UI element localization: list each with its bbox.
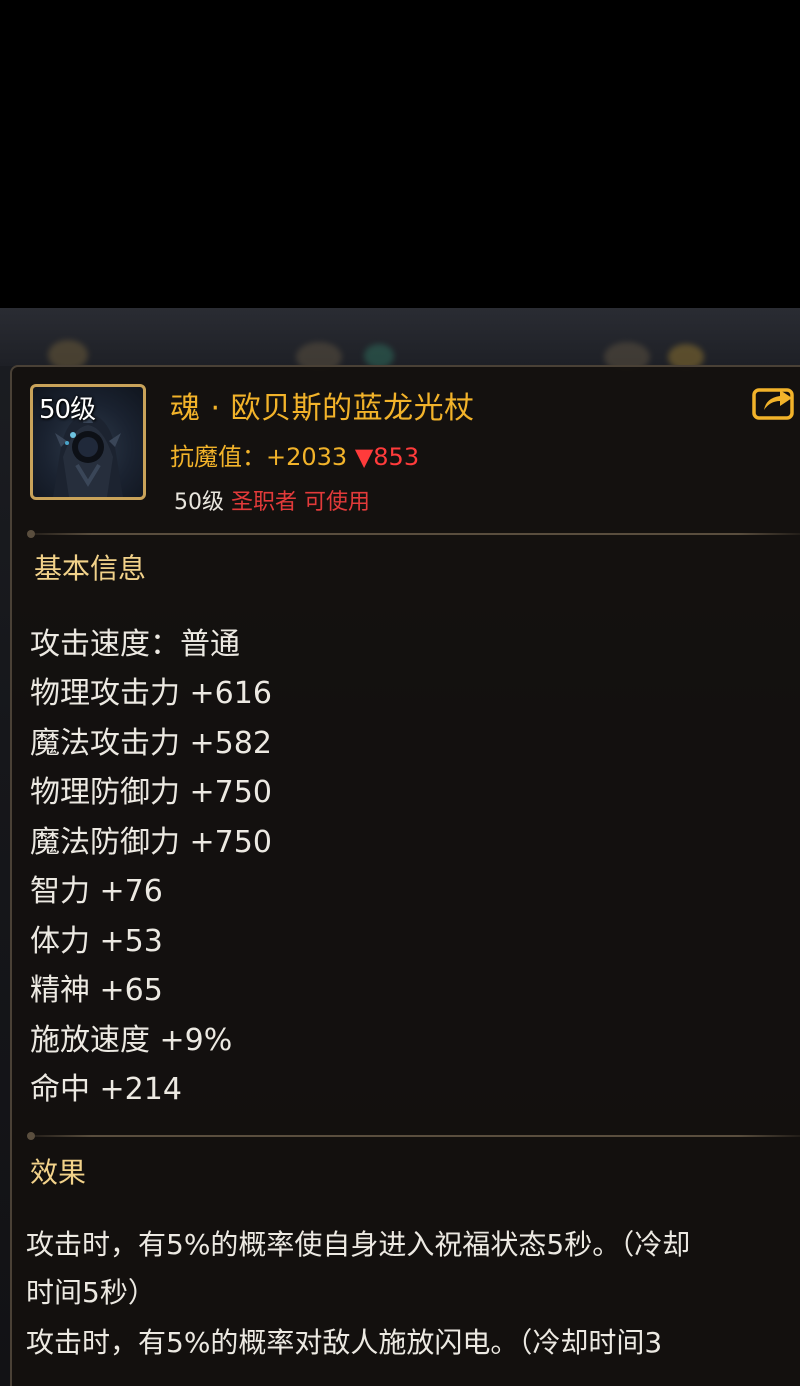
stat-line: 施放速度 +9% [30, 1023, 233, 1058]
share-button[interactable] [752, 384, 794, 420]
effect-line: 时间5秒） [26, 1276, 156, 1309]
effect-line: 攻击时，有5%的概率对敌人施放闪电。（冷却时间3 [26, 1326, 663, 1359]
stat-line: 精神 +65 [30, 973, 163, 1008]
black-letterbox [0, 0, 800, 308]
effect-title: 效果 [30, 1156, 87, 1189]
section-divider [27, 1132, 800, 1140]
required-class: 圣职者 可使用 [231, 490, 370, 515]
magic-resist-row: 抗魔值：+2033 ▼853 [170, 437, 419, 472]
effect-line: 攻击时，有5%的概率使自身进入祝福状态5秒。（冷却 [26, 1228, 691, 1261]
magic-resist-value: +2033 [266, 443, 348, 471]
share-arrow-icon [752, 388, 794, 420]
stat-line: 魔法防御力 +750 [30, 825, 272, 860]
requirement-row: 50级 圣职者 可使用 [174, 484, 370, 516]
basic-info-title: 基本信息 [34, 552, 147, 585]
section-divider [27, 530, 800, 538]
stat-line: 魔法攻击力 +582 [30, 726, 272, 761]
stat-line: 攻击速度：普通 [30, 627, 240, 662]
required-level: 50级 [174, 490, 224, 515]
magic-resist-label: 抗魔值： [170, 443, 266, 471]
item-name: 魂 · 欧贝斯的蓝龙光杖 [170, 391, 475, 426]
magic-resist-diff: ▼853 [354, 443, 420, 471]
stat-line: 物理攻击力 +616 [30, 676, 272, 711]
stat-line: 命中 +214 [30, 1072, 182, 1107]
item-level-badge: 50级 [39, 395, 96, 425]
stat-line: 智力 +76 [30, 874, 163, 909]
item-tooltip: 50级 魂 · 欧贝斯的蓝龙光杖 抗魔值：+2033 ▼853 50级 圣职者 … [10, 365, 800, 1386]
stat-line: 物理防御力 +750 [30, 775, 272, 810]
item-icon-frame[interactable]: 50级 [30, 384, 146, 500]
stat-line: 体力 +53 [30, 924, 163, 959]
